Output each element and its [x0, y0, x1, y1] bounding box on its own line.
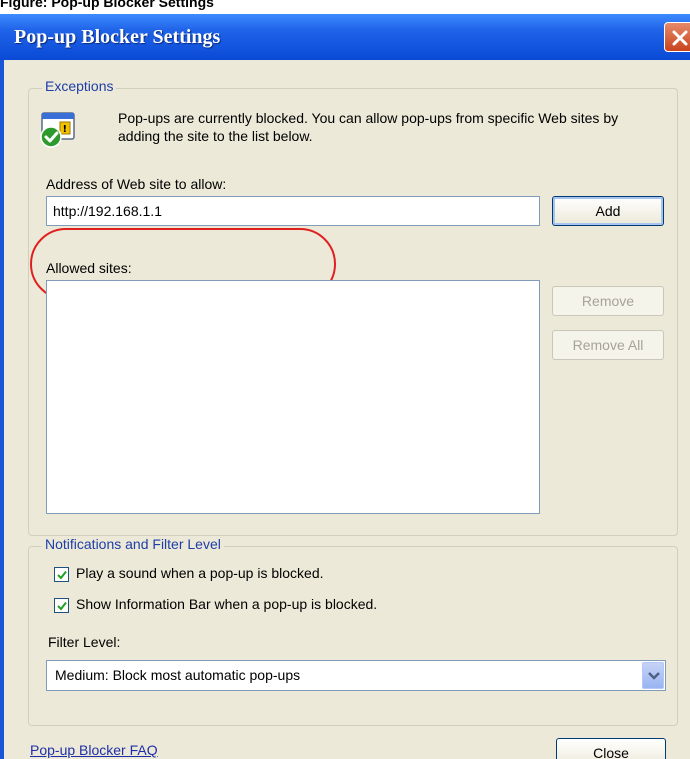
chevron-down-icon — [648, 672, 660, 680]
address-label: Address of Web site to allow: — [46, 176, 227, 192]
add-button[interactable]: Add — [552, 196, 664, 226]
notifications-legend: Notifications and Filter Level — [42, 536, 224, 552]
exceptions-legend: Exceptions — [42, 78, 117, 94]
filter-level-dropdown-button[interactable] — [642, 662, 664, 689]
remove-button[interactable]: Remove — [552, 286, 664, 316]
checkmark-icon — [57, 601, 67, 611]
filter-level-value: Medium: Block most automatic pop-ups — [55, 667, 301, 683]
popup-status-text: Pop-ups are currently blocked. You can a… — [118, 110, 619, 144]
title-bar[interactable]: Pop-up Blocker Settings — [0, 14, 690, 60]
allowed-sites-label: Allowed sites: — [46, 260, 132, 276]
info-bar-checkbox[interactable] — [54, 598, 69, 613]
dialog-body: Exceptions ! Pop-ups are currently block… — [4, 60, 690, 759]
popup-blocker-dialog: Pop-up Blocker Settings Exceptions ! Pop… — [0, 14, 690, 759]
window-close-button[interactable] — [664, 22, 690, 52]
figure-caption: Figure: Pop-up Blocker Settings — [0, 0, 214, 10]
remove-all-button[interactable]: Remove All — [552, 330, 664, 360]
close-icon — [672, 30, 688, 46]
filter-level-select[interactable]: Medium: Block most automatic pop-ups — [46, 660, 666, 691]
allowed-sites-list[interactable] — [46, 280, 540, 514]
svg-text:!: ! — [63, 124, 68, 135]
address-input[interactable] — [46, 196, 540, 226]
popup-shield-icon: ! — [40, 112, 75, 148]
info-bar-label[interactable]: Show Information Bar when a pop-up is bl… — [76, 596, 377, 612]
filter-level-label: Filter Level: — [48, 634, 121, 650]
play-sound-label[interactable]: Play a sound when a pop-up is blocked. — [76, 565, 324, 581]
window-title: Pop-up Blocker Settings — [14, 26, 221, 48]
close-button[interactable]: Close — [556, 738, 666, 759]
play-sound-checkbox[interactable] — [54, 567, 69, 582]
popup-blocker-faq-link[interactable]: Pop-up Blocker FAQ — [30, 742, 158, 758]
checkmark-icon — [57, 570, 67, 580]
